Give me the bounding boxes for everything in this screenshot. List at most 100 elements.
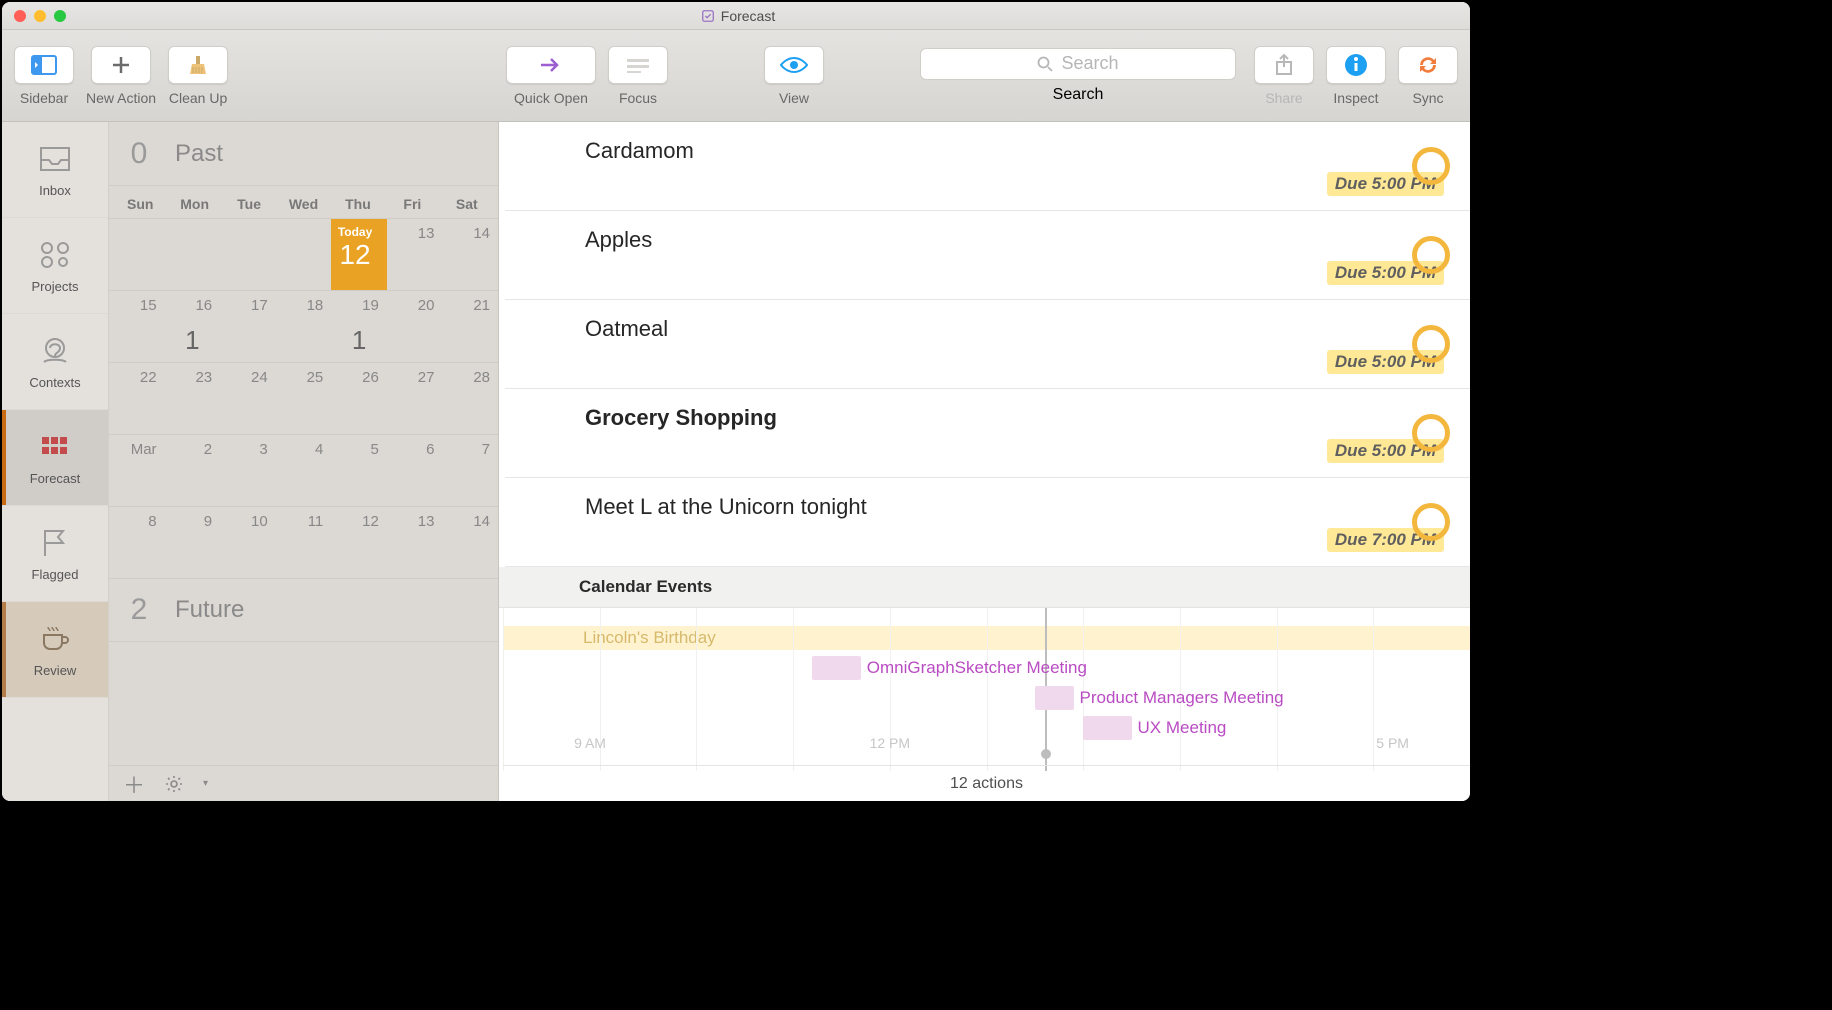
calendar-day[interactable]: 18 [276, 290, 332, 362]
task-row[interactable]: CardamomDue 5:00 PM [505, 122, 1470, 211]
calendar-day[interactable]: 25 [276, 362, 332, 434]
new-action-label: New Action [86, 90, 156, 106]
task-row[interactable]: ApplesDue 5:00 PM [505, 211, 1470, 300]
main-content: CardamomDue 5:00 PMApplesDue 5:00 PMOatm… [499, 122, 1470, 801]
clean-up-button[interactable] [168, 46, 228, 84]
sidebar-button-label: Sidebar [20, 90, 68, 106]
perspective-forecast[interactable]: Forecast [2, 410, 108, 506]
task-status-circle[interactable] [1412, 325, 1450, 363]
contexts-icon [37, 333, 73, 369]
status-bar: 12 actions [503, 765, 1470, 801]
add-button[interactable]: ＋ [123, 768, 145, 800]
perspective-projects[interactable]: Projects [2, 218, 108, 314]
gear-icon[interactable] [165, 775, 183, 793]
calendar-day[interactable]: 2 [165, 434, 221, 506]
calendar-day[interactable]: 10 [220, 506, 276, 578]
window-controls [2, 10, 66, 22]
task-title: Grocery Shopping [585, 405, 1444, 431]
calendar-day[interactable]: 6 [387, 434, 443, 506]
app-icon [701, 9, 715, 23]
close-window-button[interactable] [14, 10, 26, 22]
calendar-day[interactable]: 5 [331, 434, 387, 506]
task-status-circle[interactable] [1412, 414, 1450, 452]
zoom-window-button[interactable] [54, 10, 66, 22]
perspectives-sidebar: Inbox Projects Contexts Forecast Flagged [2, 122, 109, 801]
flag-icon [37, 525, 73, 561]
search-input[interactable]: Search [920, 48, 1236, 80]
calendar-day[interactable]: 26 [331, 362, 387, 434]
calendar-event[interactable]: OmniGraphSketcher Meeting [812, 656, 860, 680]
calendar-day[interactable]: 14 [442, 506, 498, 578]
calendar-day[interactable]: 3 [220, 434, 276, 506]
calendar-day[interactable]: 15 [109, 290, 165, 362]
minimize-window-button[interactable] [34, 10, 46, 22]
task-row[interactable]: Grocery ShoppingDue 5:00 PM [505, 389, 1470, 478]
calendar-day[interactable]: 161 [165, 290, 221, 362]
calendar-day[interactable]: 23 [165, 362, 221, 434]
inspect-label: Inspect [1333, 90, 1378, 106]
sidebar-button[interactable] [14, 46, 74, 84]
task-status-circle[interactable] [1412, 503, 1450, 541]
past-row[interactable]: 0 Past [109, 122, 498, 186]
task-status-circle[interactable] [1412, 236, 1450, 274]
task-status-circle[interactable] [1412, 147, 1450, 185]
toolbar: Sidebar New Action Clean Up Qu [2, 30, 1470, 122]
coffee-icon [37, 621, 73, 657]
quick-open-button[interactable] [506, 46, 596, 84]
calendar-day[interactable]: 13 [387, 506, 443, 578]
inbox-icon [37, 141, 73, 177]
focus-button[interactable] [608, 46, 668, 84]
future-row[interactable]: 2 Future [109, 578, 498, 642]
search-placeholder: Search [1061, 53, 1118, 74]
calendar-day[interactable] [109, 218, 165, 290]
view-button[interactable] [764, 46, 824, 84]
calendar-day[interactable]: 11 [276, 506, 332, 578]
titlebar: Forecast [2, 2, 1470, 30]
calendar-day[interactable] [276, 218, 332, 290]
calendar-day[interactable]: 8 [109, 506, 165, 578]
calendar-day[interactable] [220, 218, 276, 290]
calendar-day[interactable]: 27 [387, 362, 443, 434]
search-label: Search [1053, 86, 1104, 104]
sync-button[interactable] [1398, 46, 1458, 84]
calendar-day[interactable]: 24 [220, 362, 276, 434]
view-label: View [779, 90, 809, 106]
calendar-day[interactable]: 14 [442, 218, 498, 290]
calendar-day[interactable]: 7 [442, 434, 498, 506]
calendar-day[interactable]: 13 [387, 218, 443, 290]
new-action-button[interactable] [91, 46, 151, 84]
calendar-day[interactable]: 22 [109, 362, 165, 434]
perspective-review[interactable]: Review [2, 602, 108, 698]
calendar-day[interactable]: 21 [442, 290, 498, 362]
share-button[interactable] [1254, 46, 1314, 84]
task-title: Apples [585, 227, 1444, 253]
task-title: Oatmeal [585, 316, 1444, 342]
calendar-day[interactable]: 20 [387, 290, 443, 362]
window-title: Forecast [721, 8, 775, 24]
calendar-day[interactable]: 12 [331, 506, 387, 578]
calendar-day[interactable]: Mar [109, 434, 165, 506]
calendar-events-header: Calendar Events [499, 567, 1470, 608]
calendar-day[interactable]: Today12 [331, 218, 387, 290]
perspective-contexts[interactable]: Contexts [2, 314, 108, 410]
task-row[interactable]: OatmealDue 5:00 PM [505, 300, 1470, 389]
search-icon [1037, 56, 1053, 72]
calendar-day[interactable]: 4 [276, 434, 332, 506]
calendar-day[interactable]: 191 [331, 290, 387, 362]
task-row[interactable]: Meet L at the Unicorn tonightDue 7:00 PM [505, 478, 1470, 567]
calendar-event[interactable]: Product Managers Meeting [1035, 686, 1074, 710]
task-title: Cardamom [585, 138, 1444, 164]
perspective-inbox[interactable]: Inbox [2, 122, 108, 218]
task-title: Meet L at the Unicorn tonight [585, 494, 1444, 520]
focus-label: Focus [619, 90, 657, 106]
perspective-flagged[interactable]: Flagged [2, 506, 108, 602]
calendar-footer: ＋ ▾ [109, 765, 498, 801]
app-window: Forecast Sidebar New Action C [2, 2, 1470, 801]
calendar-day[interactable]: 28 [442, 362, 498, 434]
sync-label: Sync [1412, 90, 1443, 106]
calendar-day[interactable] [165, 218, 221, 290]
clean-up-label: Clean Up [169, 90, 227, 106]
calendar-day[interactable]: 9 [165, 506, 221, 578]
inspect-button[interactable] [1326, 46, 1386, 84]
calendar-day[interactable]: 17 [220, 290, 276, 362]
